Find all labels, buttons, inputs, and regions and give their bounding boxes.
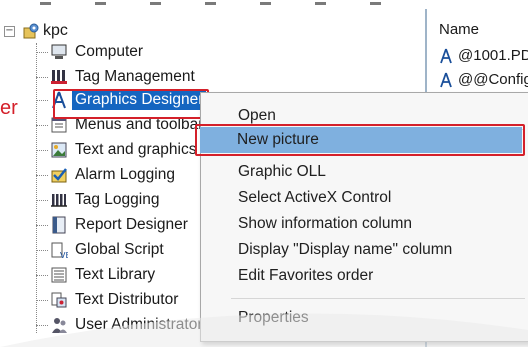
menu-item-select-activex[interactable]: Select ActiveX Control <box>201 185 528 211</box>
svg-text:VB: VB <box>60 251 68 259</box>
tree-item-label: Report Designer <box>75 216 188 233</box>
global-script-icon: VB <box>50 241 68 259</box>
tree-item-label: Text Library <box>75 266 156 283</box>
collapse-icon[interactable]: − <box>4 25 15 37</box>
menu-item-show-info-column[interactable]: Show information column <box>201 211 528 237</box>
computer-icon <box>50 43 68 61</box>
tree-item-tag-management[interactable]: Tag Management <box>36 66 195 88</box>
menu-item-graphic-oll[interactable]: Graphic OLL <box>201 159 528 185</box>
toolbar-fragment <box>0 0 528 9</box>
project-icon <box>23 23 39 39</box>
tree-root-label: kpc <box>43 22 68 39</box>
tree-item-label: Global Script <box>75 241 164 258</box>
tree-item-label: Tag Management <box>75 68 195 85</box>
tree-item-tag-logging[interactable]: Tag Logging <box>36 189 159 211</box>
tree-item-report-designer[interactable]: Report Designer <box>36 214 188 236</box>
menu-separator <box>231 298 525 299</box>
decorative-swoosh <box>0 313 528 347</box>
callout-annotation-text: er <box>0 97 18 119</box>
text-graphics-icon <box>50 141 68 159</box>
list-item-label: @@Config <box>458 71 528 88</box>
tree-item-global-script[interactable]: VB Global Script <box>36 239 164 261</box>
list-item[interactable]: @1001.PDL <box>439 47 528 64</box>
report-designer-icon <box>50 216 68 234</box>
graphics-file-icon <box>439 48 453 64</box>
tree-item-alarm-logging[interactable]: Alarm Logging <box>36 164 175 186</box>
tree-item-text-library[interactable]: Text Library <box>36 264 155 286</box>
list-item[interactable]: @@Config <box>439 71 528 88</box>
tree-item-label: Computer <box>75 43 144 60</box>
tree-item-label: Tag Logging <box>75 191 160 208</box>
callout-box-graphics-designer <box>53 89 209 119</box>
tag-management-icon <box>50 68 68 86</box>
tree-item-computer[interactable]: Computer <box>36 41 143 63</box>
column-header-name[interactable]: Name <box>439 21 479 38</box>
callout-box-new-picture <box>195 124 525 156</box>
menu-item-edit-favorites[interactable]: Edit Favorites order <box>201 263 528 289</box>
tree-item-label: Alarm Logging <box>75 166 175 183</box>
tree-root-row[interactable]: − kpc <box>4 21 68 41</box>
tag-logging-icon <box>50 191 68 209</box>
graphics-file-icon <box>439 72 453 88</box>
menu-item-display-name-column[interactable]: Display "Display name" column <box>201 237 528 263</box>
alarm-logging-icon <box>50 166 68 184</box>
list-item-label: @1001.PDL <box>458 47 528 64</box>
text-library-icon <box>50 266 68 284</box>
